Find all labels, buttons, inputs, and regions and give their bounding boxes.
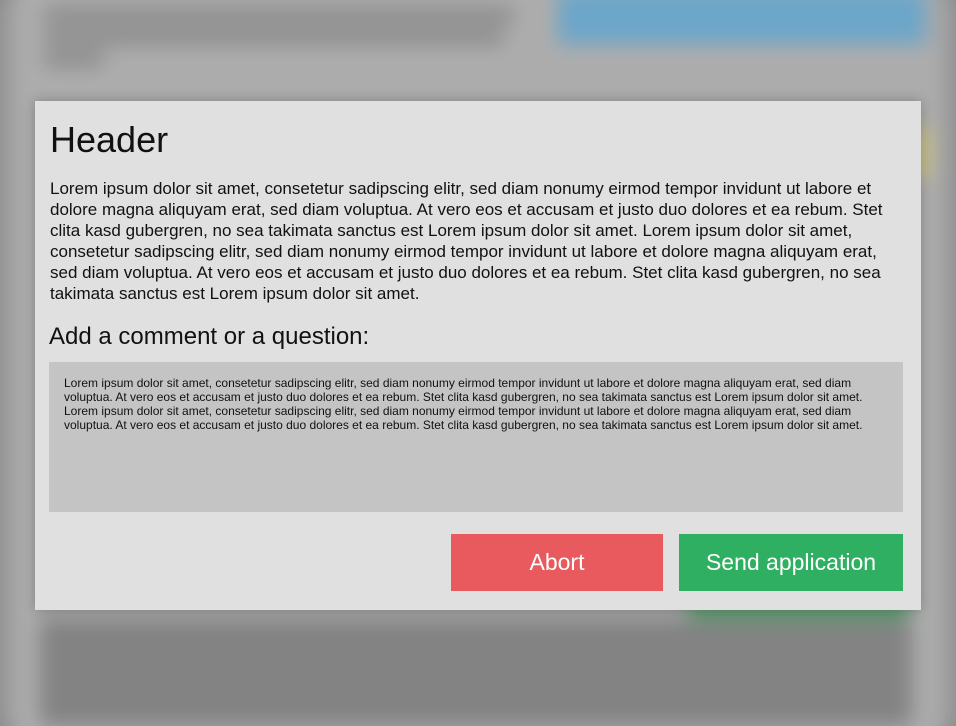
- comment-label: Add a comment or a question:: [49, 323, 370, 350]
- abort-button[interactable]: Abort: [451, 534, 663, 591]
- comment-field[interactable]: Lorem ipsum dolor sit amet, consetetur s…: [49, 362, 903, 512]
- dialog-body-text: Lorem ipsum dolor sit amet, consetetur s…: [50, 179, 883, 303]
- dialog-title: Header: [50, 119, 169, 160]
- send-application-button[interactable]: Send application: [679, 534, 903, 591]
- page: Header Lorem ipsum dolor sit amet, conse…: [0, 0, 956, 726]
- dialog: Header Lorem ipsum dolor sit amet, conse…: [35, 101, 921, 610]
- comment-textarea[interactable]: Lorem ipsum dolor sit amet, consetetur s…: [64, 376, 867, 502]
